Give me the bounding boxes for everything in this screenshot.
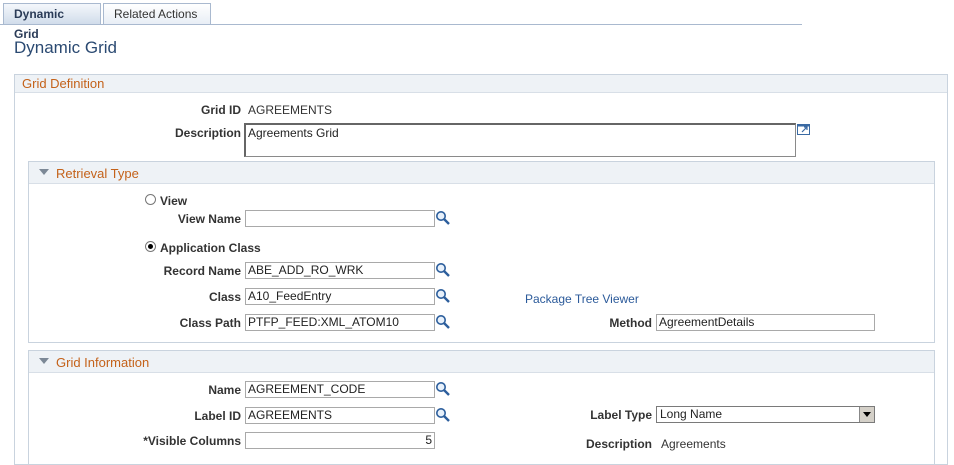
expand-text-icon[interactable] <box>797 123 811 135</box>
label-type-selected-value: Long Name <box>660 407 723 421</box>
tab-related-actions[interactable]: Related Actions <box>103 3 211 25</box>
class-path-label: Class Path <box>179 316 241 330</box>
visible-columns-label: *Visible Columns <box>143 434 241 448</box>
view-name-label: View Name <box>177 212 241 226</box>
name-input[interactable]: AGREEMENT_CODE <box>245 381 435 398</box>
visible-columns-input[interactable]: 5 <box>245 432 435 449</box>
view-radio[interactable] <box>145 194 156 205</box>
tab-underline <box>0 24 802 25</box>
application-class-radio[interactable] <box>145 241 156 252</box>
package-tree-viewer-link[interactable]: Package Tree Viewer <box>525 292 639 306</box>
label-id-lookup-icon[interactable] <box>435 407 451 423</box>
view-name-lookup-icon[interactable] <box>435 210 451 226</box>
name-lookup-icon[interactable] <box>435 381 451 397</box>
view-name-input[interactable] <box>245 210 435 227</box>
grid-definition-title: Grid Definition <box>22 76 105 91</box>
description-textarea[interactable]: Agreements Grid <box>244 123 796 157</box>
grid-definition-header <box>15 75 947 93</box>
collapse-triangle-icon[interactable] <box>39 169 49 175</box>
retrieval-type-title[interactable]: Retrieval Type <box>56 165 139 183</box>
grid-information-title[interactable]: Grid Information <box>56 354 149 372</box>
method-input[interactable]: AgreementDetails <box>656 314 875 331</box>
name-label: Name <box>208 383 241 397</box>
description-label: Description <box>174 126 241 140</box>
tab-dynamic-grid[interactable]: Dynamic Grid <box>3 3 101 41</box>
method-label: Method <box>609 316 652 330</box>
record-name-label: Record Name <box>163 264 241 278</box>
grid-description-value: Agreements <box>661 437 726 451</box>
application-class-radio-label: Application Class <box>160 241 261 255</box>
record-name-input[interactable]: ABE_ADD_RO_WRK <box>245 262 435 279</box>
label-id-label: Label ID <box>194 409 241 423</box>
label-type-select[interactable]: Long Name <box>656 406 875 423</box>
record-name-lookup-icon[interactable] <box>435 262 451 278</box>
grid-id-label: Grid ID <box>200 103 241 117</box>
collapse-triangle-icon[interactable] <box>39 358 49 364</box>
grid-information-header <box>29 351 934 373</box>
class-path-input[interactable]: PTFP_FEED:XML_ATOM10 <box>245 314 435 331</box>
label-type-label: Label Type <box>590 408 652 422</box>
page-title: Dynamic Grid <box>14 38 117 57</box>
label-id-input[interactable]: AGREEMENTS <box>245 407 435 424</box>
chevron-down-icon[interactable] <box>859 407 874 422</box>
grid-description-label: Description <box>585 437 652 451</box>
retrieval-type-header <box>29 162 934 184</box>
grid-id-value: AGREEMENTS <box>248 103 333 117</box>
view-radio-label: View <box>160 194 188 208</box>
class-lookup-icon[interactable] <box>435 288 451 304</box>
class-path-lookup-icon[interactable] <box>435 314 451 330</box>
class-input[interactable]: A10_FeedEntry <box>245 288 435 305</box>
class-label: Class <box>208 290 241 304</box>
